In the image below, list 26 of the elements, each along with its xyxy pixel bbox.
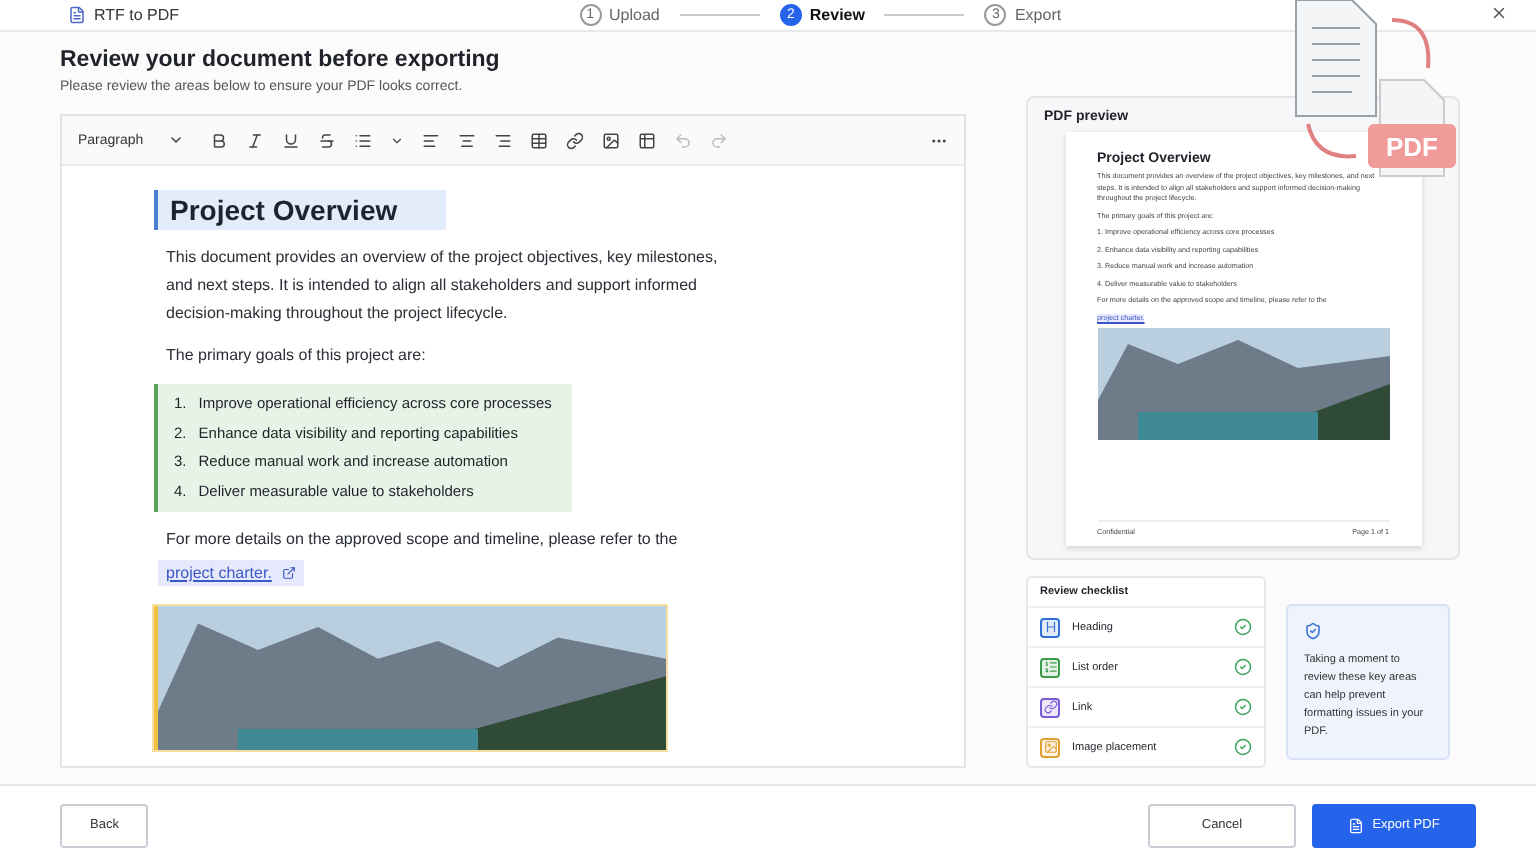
list-icon[interactable] (353, 131, 372, 149)
image-icon[interactable] (601, 131, 620, 149)
project-charter-link[interactable]: project charter. (158, 560, 304, 586)
link-icon[interactable] (565, 131, 584, 149)
strikethrough-icon[interactable] (317, 131, 336, 149)
page-title: Review your document before exporting (60, 48, 502, 72)
bold-icon[interactable] (209, 131, 228, 149)
close-button[interactable] (1490, 4, 1508, 22)
document-icon (68, 6, 86, 24)
document-icon (1348, 817, 1365, 833)
app-title: RTF to PDF (94, 6, 180, 24)
table-icon[interactable] (637, 131, 656, 149)
align-center-icon[interactable] (457, 131, 476, 149)
align-left-icon[interactable] (421, 131, 440, 149)
align-right-icon[interactable] (493, 131, 512, 149)
intro-paragraph: This document provides an overview of the project objectives, key milestones, and next steps. It is intended to align all stakeholders and support informed decision-making throughout the project lifecycle. (166, 246, 720, 326)
italic-icon[interactable] (245, 131, 264, 149)
goals-lead: The primary goals of this project are: (166, 344, 428, 368)
external-link-icon (281, 566, 296, 580)
table-icon[interactable] (529, 131, 548, 149)
document-heading: Project Overview (154, 190, 446, 230)
underline-icon[interactable] (281, 131, 300, 149)
reference-paragraph: For more details on the approved scope and timeline, please refer to the (166, 528, 680, 552)
shield-icon (1304, 622, 1322, 640)
chevron-down-icon (167, 132, 184, 148)
caret-icon[interactable] (389, 133, 404, 147)
